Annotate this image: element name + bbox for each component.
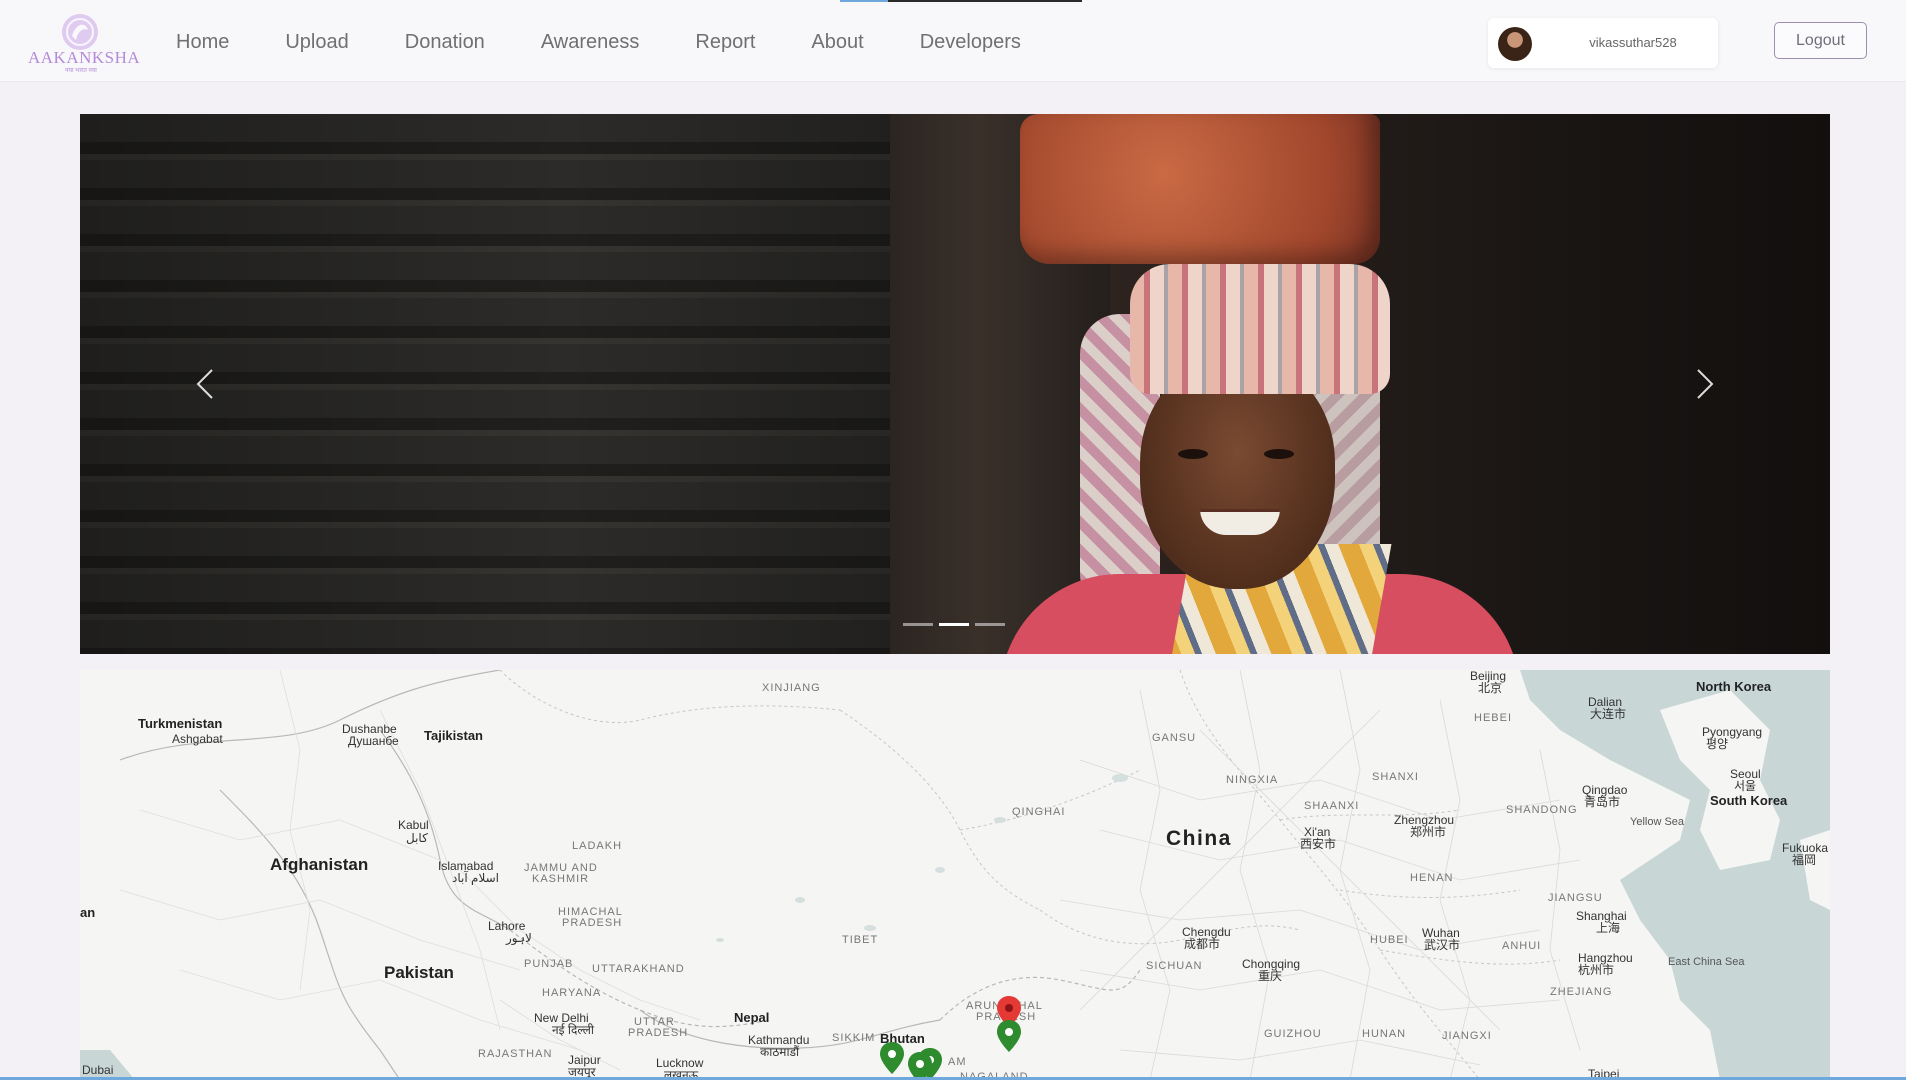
slide-figure-brick	[1020, 114, 1380, 264]
nav-awareness[interactable]: Awareness	[541, 30, 640, 54]
nav-report[interactable]: Report	[695, 30, 755, 54]
map-label-qinghai: QINGHAI	[1012, 806, 1066, 818]
map-label-hunan: HUNAN	[1362, 1028, 1407, 1040]
map-label-zhengzhou-local: 郑州市	[1410, 825, 1447, 839]
nav-home[interactable]: Home	[176, 30, 229, 54]
nav-donation[interactable]: Donation	[405, 30, 485, 54]
slide-figure-turban	[1130, 264, 1390, 394]
map-label-pyongyang-local: 평양	[1706, 737, 1729, 751]
map-label-afghanistan: Afghanistan	[270, 855, 369, 874]
map-label-shandong: SHANDONG	[1506, 804, 1578, 816]
carousel-indicator[interactable]	[975, 623, 1005, 626]
nav-about[interactable]: About	[811, 30, 863, 54]
navbar: AAKANKSHA नया भारत नया Home Upload Donat…	[0, 0, 1906, 82]
carousel-indicator-active[interactable]	[939, 623, 969, 626]
map-label-new-delhi-local: नई दिल्ली	[552, 1023, 595, 1037]
map-label-assam: AM	[948, 1056, 967, 1068]
top-progress-accent	[840, 0, 888, 2]
map-label-dubai: Dubai	[82, 1063, 114, 1077]
map-label-east-china-sea: East China Sea	[1668, 956, 1745, 968]
map-label-anhui: ANHUI	[1502, 940, 1542, 952]
map-label-henan: HENAN	[1410, 872, 1454, 884]
map-label-south-korea: South Korea	[1710, 793, 1788, 808]
map-label-sichuan: SICHUAN	[1146, 960, 1203, 972]
hero-carousel	[80, 114, 1830, 654]
map-label-jiangsu: JIANGSU	[1548, 892, 1603, 904]
map-label-dushanbe-local: Душанбе	[348, 734, 399, 748]
map-label-gansu: GANSU	[1152, 732, 1197, 744]
map-label-chengdu-local: 成都市	[1184, 937, 1221, 951]
map-label-partial: an	[80, 905, 96, 920]
slide-figure-eye	[1264, 449, 1294, 459]
map-label-islamabad-local: اسلام آباد	[452, 871, 499, 885]
logout-button[interactable]: Logout	[1774, 22, 1867, 59]
slide-figure-eye	[1178, 449, 1208, 459]
green-map-marker-icon[interactable]	[997, 1020, 1021, 1052]
user-profile[interactable]: vikassuthar528	[1488, 18, 1718, 68]
map-label-hangzhou-local: 杭州市	[1578, 963, 1615, 977]
chevron-right-icon[interactable]	[1684, 364, 1724, 404]
map-label-chongqing-local: 重庆	[1258, 969, 1283, 983]
map-label-tajikistan: Tajikistan	[424, 728, 484, 743]
map-label-dalian-local: 大连市	[1590, 707, 1627, 721]
nav-upload[interactable]: Upload	[285, 30, 348, 54]
map-label-punjab: PUNJAB	[524, 958, 574, 970]
map-label-ningxia: NINGXIA	[1226, 774, 1279, 786]
map-label-zhejiang: ZHEJIANG	[1550, 986, 1613, 998]
logo-text: AAKANKSHA	[28, 48, 141, 67]
map-label-sikkim: SIKKIM	[832, 1032, 876, 1044]
logo-mark-icon	[62, 14, 98, 50]
reports-map[interactable]: Turkmenistan Ashgabat Dushanbe Душанбе T…	[80, 670, 1830, 1080]
map-label-shanghai-local: 上海	[1596, 921, 1621, 935]
map-label-jammu-kashmir-2: KASHMIR	[532, 873, 590, 885]
avatar	[1498, 27, 1532, 61]
map-label-qingdao-local: 青岛市	[1584, 795, 1621, 809]
map-label-seoul-local: 서울	[1734, 779, 1757, 793]
logo-tagline: नया भारत नया	[65, 68, 97, 74]
carousel-indicators	[903, 623, 1005, 626]
map-label-xian-local: 西安市	[1300, 837, 1337, 851]
map-label-beijing-local: 北京	[1478, 681, 1503, 695]
chevron-left-icon[interactable]	[186, 364, 226, 404]
map-label-rajasthan: RAJASTHAN	[478, 1048, 553, 1060]
map-label-ashgabat: Ashgabat	[172, 732, 223, 746]
map-label-xinjiang: XINJIANG	[762, 682, 821, 694]
map-label-kabul-local: کابل	[406, 831, 428, 845]
map-label-himachal-2: PRADESH	[562, 917, 623, 929]
map-label-north-korea: North Korea	[1696, 679, 1772, 694]
map-label-china: China	[1166, 827, 1232, 850]
map-label-uttarakhand: UTTARAKHAND	[592, 963, 685, 975]
map-label-guizhou: GUIZHOU	[1264, 1028, 1322, 1040]
map-label-hubei: HUBEI	[1370, 934, 1409, 946]
green-map-marker-icon[interactable]	[880, 1042, 904, 1074]
map-label-uttar-pradesh-2: PRADESH	[628, 1027, 689, 1039]
username: vikassuthar528	[1589, 35, 1677, 50]
logo[interactable]: AAKANKSHA नया भारत नया	[28, 12, 141, 74]
green-map-marker-icon[interactable]	[908, 1052, 932, 1080]
map-label-jiangxi: JIANGXI	[1442, 1030, 1492, 1042]
map-label-ladakh: LADAKH	[572, 840, 623, 852]
map-label-pakistan: Pakistan	[384, 963, 454, 982]
slide-figure-smile	[1200, 509, 1280, 535]
map-label-hebei: HEBEI	[1474, 712, 1513, 724]
nav-developers[interactable]: Developers	[920, 30, 1021, 54]
map-label-tibet: TIBET	[842, 934, 879, 946]
map-label-yellow-sea: Yellow Sea	[1630, 816, 1685, 828]
map-label-turkmenistan: Turkmenistan	[138, 716, 223, 731]
map-label-nepal: Nepal	[734, 1010, 770, 1025]
map-label-shanxi: SHANXI	[1372, 771, 1419, 783]
map-label-wuhan-local: 武汉市	[1424, 938, 1461, 952]
map-label-shaanxi: SHAANXI	[1304, 800, 1360, 812]
map-label-haryana: HARYANA	[542, 987, 602, 999]
nav-links: Home Upload Donation Awareness Report Ab…	[176, 30, 1077, 54]
map-label-lahore-local: لاہور	[506, 931, 532, 945]
map-label-kathmandu-local: काठमाडौं	[760, 1045, 800, 1059]
carousel-indicator[interactable]	[903, 623, 933, 626]
map-label-fukuoka-local: 福岡	[1792, 853, 1817, 867]
